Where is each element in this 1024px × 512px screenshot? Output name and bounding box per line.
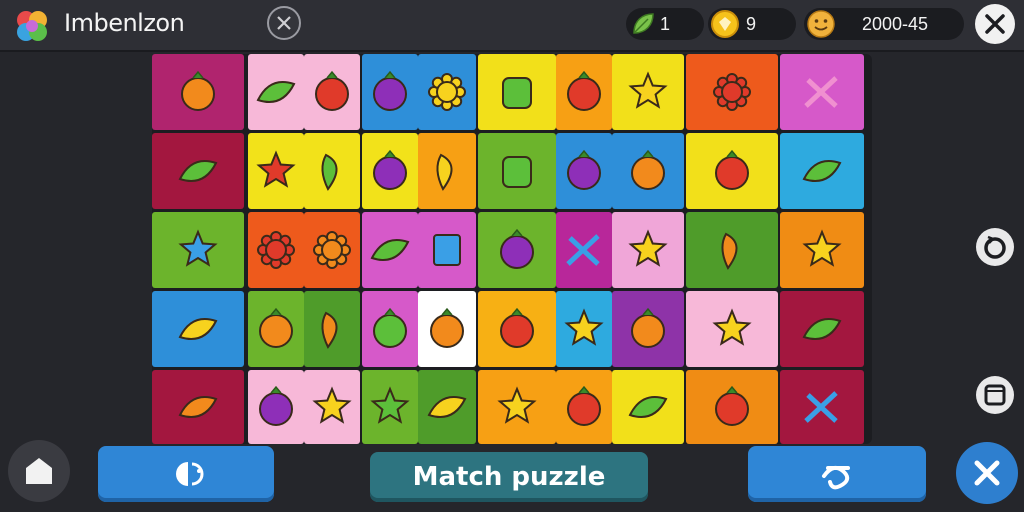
green-jar-icon — [502, 77, 532, 109]
tile-purple-berry[interactable] — [478, 212, 556, 288]
tile-yellow-star[interactable] — [612, 212, 684, 288]
smiley-icon — [807, 10, 835, 38]
shuffle-icon — [822, 465, 850, 490]
close-button[interactable] — [975, 4, 1015, 44]
leaf-counter: 1 — [626, 8, 704, 40]
tile-red-fruit[interactable] — [556, 54, 612, 130]
tile-purple-berry[interactable] — [248, 370, 304, 444]
dismiss-button[interactable] — [267, 6, 301, 40]
score-counter: 2000-45 — [804, 8, 964, 40]
tile-purple-radish[interactable] — [556, 133, 612, 209]
tile-green-leaf[interactable] — [152, 133, 244, 209]
tile-blue-robot[interactable] — [418, 212, 476, 288]
leaf-icon — [633, 13, 654, 34]
red-gear-icon — [257, 231, 295, 269]
close-icon — [974, 460, 1000, 486]
blue-robot-icon — [433, 234, 461, 266]
tile-orange-tomato[interactable] — [612, 291, 684, 367]
tile-red-tomato[interactable] — [686, 370, 778, 444]
tile-yellow-star[interactable] — [780, 212, 864, 288]
home-button[interactable] — [8, 440, 70, 502]
tile-orange-carrot[interactable] — [686, 212, 778, 288]
rotate-button[interactable] — [976, 228, 1014, 266]
tile-red-gem[interactable] — [556, 370, 612, 444]
tile-red-gear[interactable] — [248, 212, 304, 288]
match-puzzle-button[interactable]: Match puzzle — [370, 452, 648, 502]
layout-button[interactable] — [976, 376, 1014, 414]
close-icon — [985, 14, 1005, 34]
tile-pink-flag[interactable] — [780, 54, 864, 130]
tile-yellow-star[interactable] — [556, 291, 612, 367]
shuffle-button[interactable] — [748, 446, 926, 502]
tile-green-fruit[interactable] — [362, 291, 418, 367]
app-logo-icon — [17, 11, 47, 41]
tile-green-jar[interactable] — [478, 54, 556, 130]
coin-count-value: 9 — [746, 14, 757, 34]
tile-yellow-star[interactable] — [612, 54, 684, 130]
app-title: Imbenlzon — [64, 9, 185, 37]
hint-button[interactable] — [98, 446, 274, 502]
green-jar-icon — [502, 156, 532, 188]
tile-blue-hook[interactable] — [556, 212, 612, 288]
tile-red-tomato[interactable] — [478, 291, 556, 367]
tile-orange-tomato[interactable] — [612, 133, 684, 209]
tile-grid — [152, 54, 864, 444]
tile-orange-sun[interactable] — [304, 212, 360, 288]
tile-green-leafy[interactable] — [248, 54, 304, 130]
tile-red-tomato[interactable] — [686, 133, 778, 209]
match-puzzle-label: Match puzzle — [412, 462, 606, 492]
tile-yellow-pepper[interactable] — [418, 133, 476, 209]
tile-red-star[interactable] — [248, 133, 304, 209]
tile-red-flower[interactable] — [686, 54, 778, 130]
tile-green-star[interactable] — [362, 370, 418, 444]
tile-purple-berry[interactable] — [362, 54, 418, 130]
orange-sun-icon — [313, 231, 351, 269]
hint-icon — [176, 462, 204, 486]
coin-counter: 9 — [708, 8, 796, 40]
tile-orange-cocoon[interactable] — [418, 291, 476, 367]
top-bar: Imbenlzon 1 9 2000-45 — [0, 0, 1024, 52]
tile-blue-crossed-arrow[interactable] — [780, 370, 864, 444]
yellow-sun-icon — [428, 73, 466, 111]
tile-yellow-leaf[interactable] — [418, 370, 476, 444]
tile-green-leaf[interactable] — [780, 291, 864, 367]
coin-icon — [711, 10, 739, 38]
tile-orange-pepper[interactable] — [304, 291, 360, 367]
home-icon — [26, 458, 52, 484]
rotate-icon — [984, 235, 1006, 259]
tile-green-leaf[interactable] — [612, 370, 684, 444]
tile-green-pepper[interactable] — [304, 133, 360, 209]
tile-orange-fruit[interactable] — [248, 291, 304, 367]
tile-green-leafy[interactable] — [362, 212, 418, 288]
tile-orange-fruit[interactable] — [152, 54, 244, 130]
tile-yellow-leaf[interactable] — [152, 291, 244, 367]
tile-yellow-star[interactable] — [304, 370, 360, 444]
tile-green-jar[interactable] — [478, 133, 556, 209]
tile-green-leaf-flower[interactable] — [780, 133, 864, 209]
tile-yellow-sun[interactable] — [418, 54, 476, 130]
score-value: 2000-45 — [862, 14, 929, 34]
close-icon — [277, 16, 291, 30]
tile-blue-leaf-star[interactable] — [152, 212, 244, 288]
tile-orange-leaf[interactable] — [152, 370, 244, 444]
tile-red-fruit[interactable] — [304, 54, 360, 130]
exit-button[interactable] — [956, 442, 1018, 504]
red-flower-icon — [713, 73, 751, 111]
tile-yellow-smiley-star[interactable] — [686, 291, 778, 367]
puzzle-board — [152, 54, 872, 444]
corner-frame-icon — [984, 384, 1006, 406]
tile-yellow-star[interactable] — [478, 370, 556, 444]
leaf-count-value: 1 — [660, 14, 671, 34]
tile-purple-radish[interactable] — [362, 133, 418, 209]
